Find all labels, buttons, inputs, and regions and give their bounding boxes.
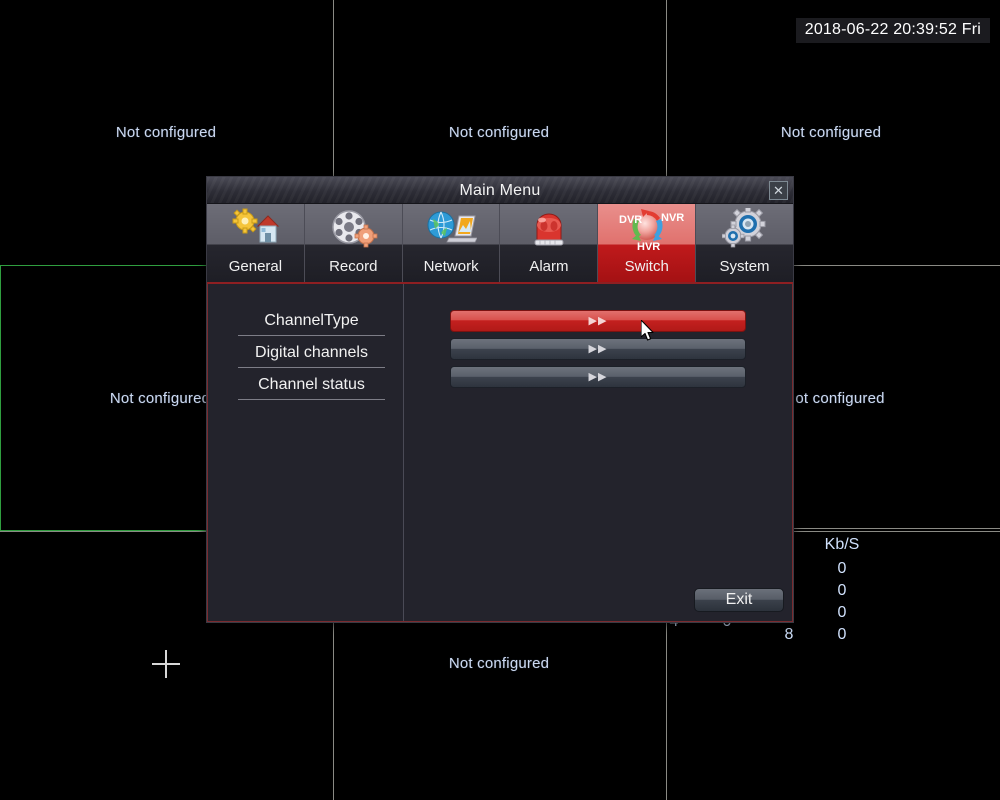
bitrate-row: 8 0	[774, 626, 880, 648]
switch-action-panel: ▶▶ ▶▶ ▶▶ Exit	[404, 284, 792, 621]
tab-alarm-label: Alarm	[529, 258, 569, 275]
siren-icon	[500, 204, 597, 254]
digital-channels-bar-button[interactable]: ▶▶	[450, 338, 746, 360]
pane-label-ch3: Not configured	[780, 124, 882, 141]
tab-switch-label: Switch	[624, 258, 669, 275]
menu-item-channel-type[interactable]: ChannelType	[238, 310, 385, 336]
tab-system-label: System	[719, 258, 770, 275]
pane-label-ch4: Not configured	[109, 390, 211, 407]
dvr-live-view-screen: Not configured Not configured Not config…	[0, 0, 1000, 800]
bitrate-header-rate: Kb/S	[824, 536, 860, 553]
crosshair-marker	[152, 650, 180, 678]
main-menu-tab-strip: General Record Network Alarm DVR NVR HVR…	[207, 204, 793, 284]
double-chevron-right-icon: ▶▶	[588, 370, 608, 383]
house-gear-icon	[207, 204, 304, 254]
channel-status-bar-button[interactable]: ▶▶	[450, 366, 746, 388]
globe-laptop-icon	[403, 204, 500, 254]
channel-type-bar-button[interactable]: ▶▶	[450, 310, 746, 332]
pane-label-ch2: Not configured	[448, 124, 550, 141]
switch-submenu-list: ChannelType Digital channels Channel sta…	[208, 284, 404, 621]
dialog-titlebar: Main Menu ✕	[207, 177, 793, 204]
tab-general[interactable]: General	[207, 204, 305, 282]
tab-record[interactable]: Record	[304, 204, 403, 282]
bitrate-separator	[760, 528, 1000, 529]
tab-general-label: General	[228, 258, 283, 275]
double-chevron-right-icon: ▶▶	[588, 342, 608, 355]
main-menu-dialog: Main Menu ✕ General Record Network Alarm…	[206, 176, 794, 623]
dialog-body: ChannelType Digital channels Channel sta…	[207, 284, 793, 622]
exit-button[interactable]: Exit	[694, 588, 784, 612]
dialog-title: Main Menu	[459, 182, 541, 199]
dvr-nvr-hvr-switch-icon: DVR NVR HVR	[598, 204, 695, 254]
bitrate-rate: 0	[837, 604, 847, 621]
tab-alarm[interactable]: Alarm	[500, 204, 599, 282]
svg-text:NVR: NVR	[661, 212, 684, 224]
bitrate-rate: 0	[837, 560, 847, 577]
menu-item-channel-status[interactable]: Channel status	[238, 374, 385, 400]
tab-switch[interactable]: DVR NVR HVR Switch	[598, 204, 697, 282]
bitrate-rate: 0	[837, 626, 847, 643]
film-reel-gear-icon	[305, 204, 402, 254]
pane-label-ch1: Not configured	[115, 124, 217, 141]
double-chevron-right-icon: ▶▶	[588, 314, 608, 327]
close-icon[interactable]: ✕	[769, 181, 788, 200]
svg-text:HVR: HVR	[637, 241, 660, 253]
bitrate-rate: 0	[837, 582, 847, 599]
tab-system[interactable]: System	[696, 204, 793, 282]
pane-label-ch6: ot configured	[795, 390, 885, 407]
tab-network-label: Network	[423, 258, 479, 275]
gears-icon	[696, 204, 793, 254]
bitrate-channel: 8	[784, 626, 794, 643]
osd-timestamp: 2018-06-22 20:39:52 Fri	[795, 18, 990, 43]
svg-text:DVR: DVR	[619, 214, 642, 226]
menu-item-digital-channels[interactable]: Digital channels	[238, 342, 385, 368]
tab-network[interactable]: Network	[402, 204, 501, 282]
pane-label-ch8: Not configured	[448, 655, 550, 672]
tab-record-label: Record	[329, 258, 378, 275]
